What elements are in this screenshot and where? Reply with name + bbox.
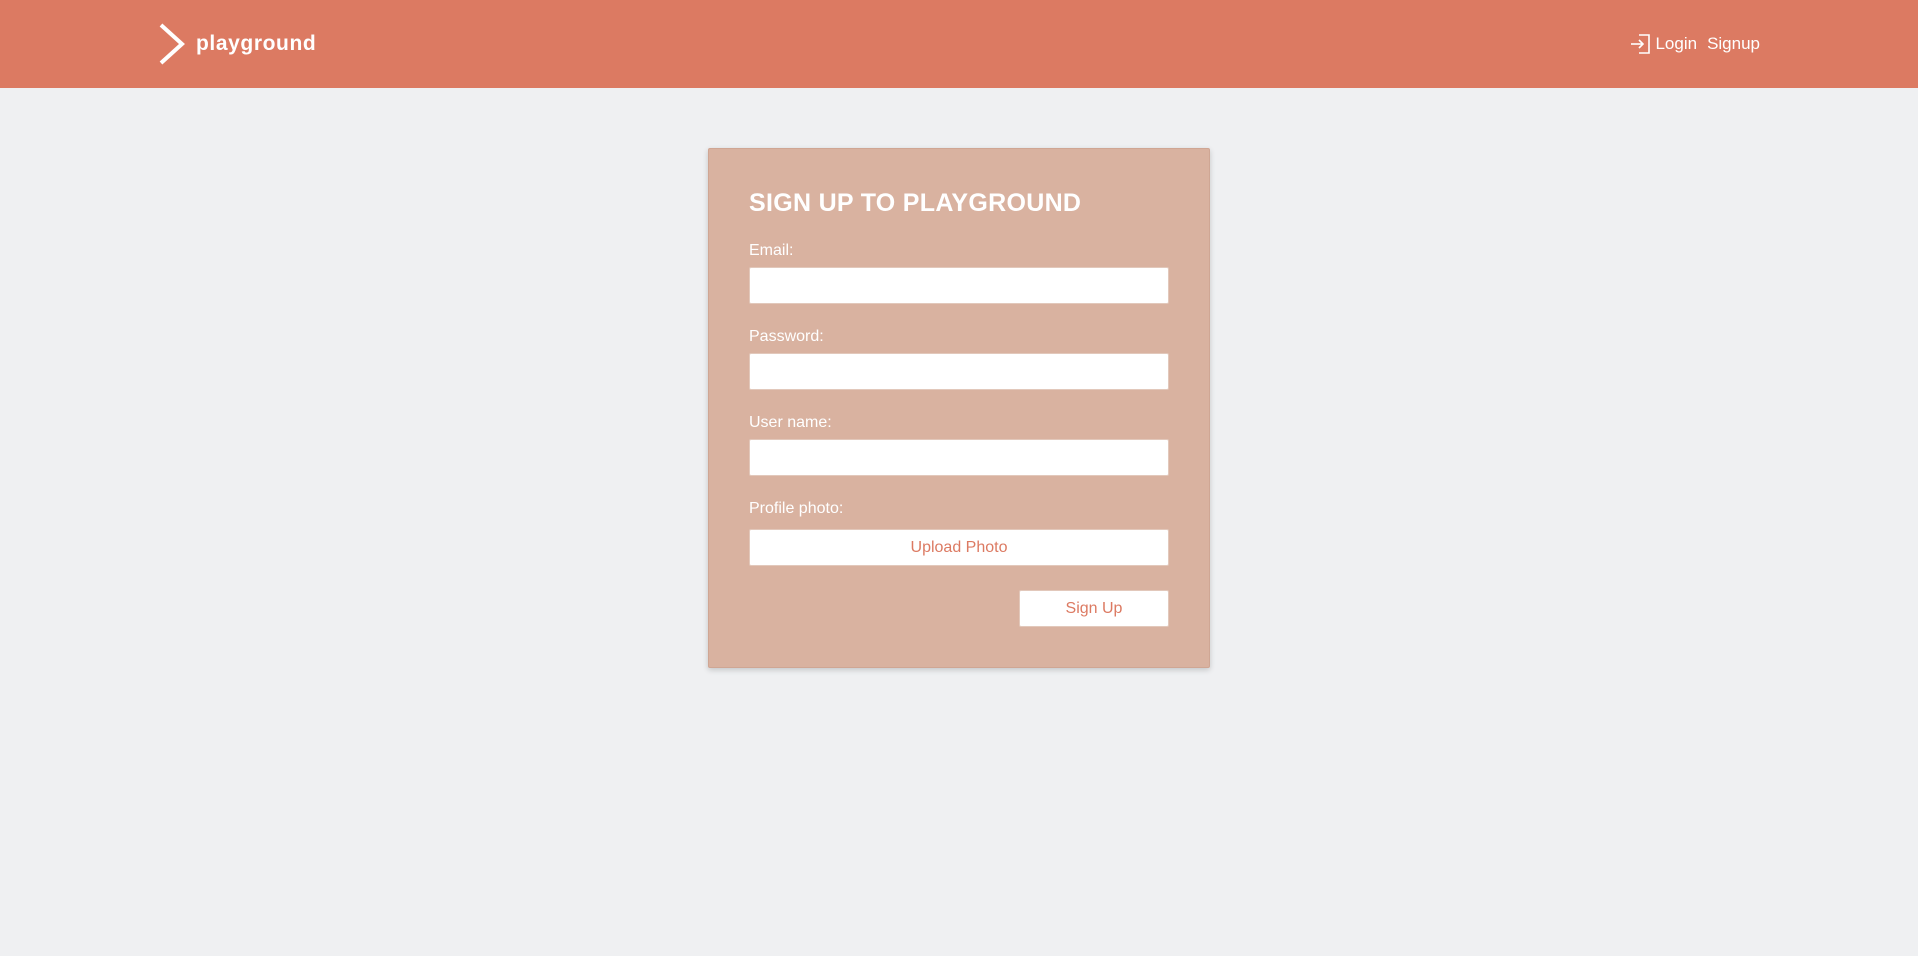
chevron-right-icon [159,23,185,65]
email-field[interactable] [749,267,1169,304]
login-link[interactable]: Login [1629,33,1697,55]
password-field[interactable] [749,353,1169,390]
email-label: Email: [749,242,794,259]
signup-card: SIGN UP TO PLAYGROUND Email: Password: U… [708,148,1210,668]
password-label: Password: [749,328,824,345]
top-navbar: playground Login Signup [0,0,1918,88]
auth-nav: Login Signup [1629,30,1760,58]
signup-label: Signup [1707,34,1760,53]
signup-link[interactable]: Signup [1707,34,1760,54]
login-label: Login [1655,34,1698,53]
upload-photo-button[interactable]: Upload Photo [749,529,1169,566]
username-field[interactable] [749,439,1169,476]
photo-label: Profile photo: [749,500,844,517]
login-icon [1631,34,1651,54]
form-title: SIGN UP TO PLAYGROUND [749,189,1082,217]
signup-submit-button[interactable]: Sign Up [1019,590,1169,627]
username-label: User name: [749,414,832,431]
brand-link[interactable]: playground [158,22,316,66]
brand-name: playground [196,32,317,55]
